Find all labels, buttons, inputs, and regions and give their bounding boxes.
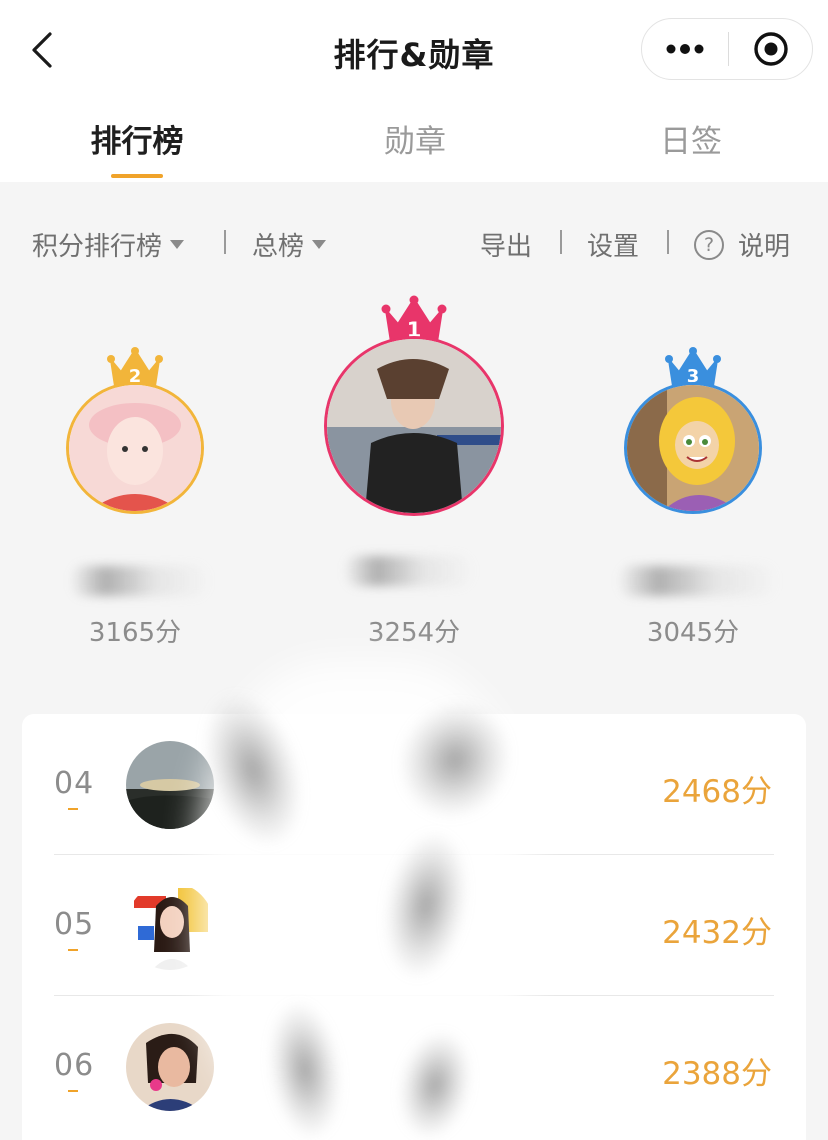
avatar [126,741,214,829]
tab-ranking[interactable]: 排行榜 [82,116,192,182]
podium-rank-1[interactable]: 1 3254分 [324,294,504,648]
tab-daily-sign-label: 日签 [660,124,722,160]
podium-rank-3[interactable]: 3 3045分 [618,346,778,648]
caret-down-icon [170,240,185,249]
rank-number: 06 [54,1048,95,1083]
list-item[interactable]: 05 2432分 [22,855,806,996]
tab-bar: 排行榜 勋章 日签 [0,100,828,182]
row-score: 2468分 [662,774,772,810]
tab-ranking-label: 排行榜 [90,124,184,160]
filter-separator [560,230,562,254]
ranking-type-dropdown[interactable]: 积分排行榜 [32,226,185,263]
podium-score: 3045分 [646,618,740,648]
export-label: 导出 [480,232,533,262]
active-tab-indicator [111,174,163,178]
blurred-username [70,566,210,596]
mini-program-capsule [641,18,813,80]
rank-number: 05 [54,907,95,942]
rank-list: 04 2468分 05 2432分 06 2388分 [22,714,806,1140]
question-circle-icon: ? [694,229,724,260]
settings-label: 设置 [587,232,640,262]
list-item[interactable]: 06 2388分 [22,996,806,1137]
blurred-username [344,556,474,586]
rank-underline [68,1090,78,1092]
rank-number: 04 [54,766,95,801]
more-button[interactable] [642,19,728,79]
podium-rank-2[interactable]: 2 3165分 [66,346,210,648]
tab-daily-sign[interactable]: 日签 [646,116,736,182]
target-close-icon [753,32,788,66]
period-dropdown[interactable]: 总榜 [252,226,327,263]
export-button[interactable]: 导出 [480,226,532,263]
filter-bar: 积分排行榜 总榜 导出 设置 ? 说明 [0,212,828,272]
filter-separator [224,230,226,254]
tab-medals[interactable]: 勋章 [370,116,460,182]
avatar [66,382,204,514]
tab-medals-label: 勋章 [384,124,446,160]
settings-button[interactable]: 设置 [587,226,639,263]
podium-score: 3165分 [88,618,182,648]
help-label: 说明 [738,232,791,262]
avatar [126,1023,214,1111]
filter-separator [667,230,669,254]
avatar [126,882,214,970]
blurred-username [618,566,778,596]
close-button[interactable] [729,19,812,79]
period-label: 总榜 [252,232,305,262]
podium-score: 3254分 [367,618,461,648]
ranking-type-label: 积分排行榜 [32,232,163,262]
rank-underline [68,949,78,951]
row-score: 2432分 [662,915,772,951]
avatar [324,336,504,516]
more-dots-icon [666,44,704,54]
row-score: 2388分 [662,1056,772,1092]
avatar [624,382,762,514]
list-item[interactable]: 04 2468分 [22,714,806,855]
help-button[interactable]: ? 说明 [694,226,790,263]
caret-down-icon [312,240,327,249]
nav-bar: 排行&勋章 [0,0,828,100]
rank-underline [68,808,78,810]
